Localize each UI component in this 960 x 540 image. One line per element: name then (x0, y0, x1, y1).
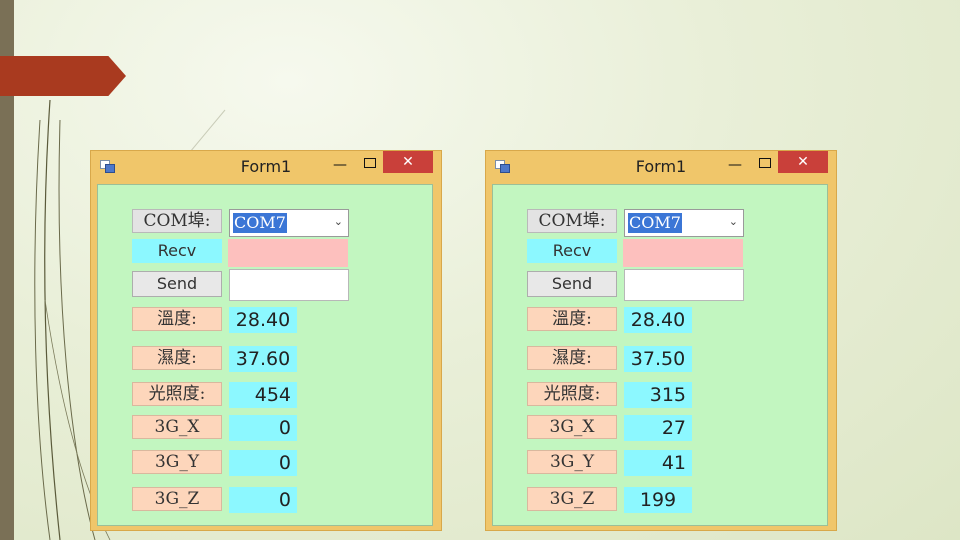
maximize-icon (364, 158, 376, 168)
form-client-area: COM埠: COM7 ⌄ Recv Send 溫度: 28.40 濕度: 37.… (492, 184, 828, 526)
light-value: 315 (624, 382, 692, 408)
maximize-button[interactable] (752, 154, 778, 172)
light-label: 光照度: (132, 382, 222, 406)
chevron-down-icon[interactable]: ⌄ (729, 215, 738, 228)
close-button[interactable]: ✕ (383, 151, 433, 173)
humidity-label: 濕度: (527, 346, 617, 370)
maximize-button[interactable] (357, 154, 383, 172)
humidity-value: 37.60 (229, 346, 297, 372)
recv-button[interactable]: Recv (527, 239, 617, 263)
accel-z-value: 199 (624, 487, 692, 513)
send-input[interactable] (229, 269, 349, 301)
recv-display (623, 239, 743, 267)
accel-y-label: 3G_Y (132, 450, 222, 474)
accel-y-label: 3G_Y (527, 450, 617, 474)
accel-z-label: 3G_Z (132, 487, 222, 511)
com-port-select[interactable]: COM7 ⌄ (229, 209, 349, 237)
chevron-down-icon[interactable]: ⌄ (334, 215, 343, 228)
accel-z-label: 3G_Z (527, 487, 617, 511)
accel-z-value: 0 (229, 487, 297, 513)
accel-x-value: 27 (624, 415, 692, 441)
close-button[interactable]: ✕ (778, 151, 828, 173)
recv-display (228, 239, 348, 267)
accel-x-label: 3G_X (527, 415, 617, 439)
send-button[interactable]: Send (527, 271, 617, 297)
form-window: Form1 — ✕ COM埠: COM7 ⌄ Recv Send 溫度: 28.… (485, 150, 837, 531)
accel-y-value: 41 (624, 450, 692, 476)
slide-arrow-tab (0, 56, 126, 96)
com-port-select[interactable]: COM7 ⌄ (624, 209, 744, 237)
form-window: Form1 — ✕ COM埠: COM7 ⌄ Recv Send 溫度: 28.… (90, 150, 442, 531)
minimize-button[interactable]: — (327, 156, 353, 174)
temperature-label: 溫度: (132, 307, 222, 331)
minimize-button[interactable]: — (722, 156, 748, 174)
send-button[interactable]: Send (132, 271, 222, 297)
recv-button[interactable]: Recv (132, 239, 222, 263)
com-port-label: COM埠: (527, 209, 617, 233)
humidity-label: 濕度: (132, 346, 222, 370)
humidity-value: 37.50 (624, 346, 692, 372)
accel-x-value: 0 (229, 415, 297, 441)
light-value: 454 (229, 382, 297, 408)
form-client-area: COM埠: COM7 ⌄ Recv Send 溫度: 28.40 濕度: 37.… (97, 184, 433, 526)
accel-y-value: 0 (229, 450, 297, 476)
accel-x-label: 3G_X (132, 415, 222, 439)
light-label: 光照度: (527, 382, 617, 406)
temperature-label: 溫度: (527, 307, 617, 331)
title-bar[interactable]: Form1 — ✕ (486, 151, 836, 181)
title-bar[interactable]: Form1 — ✕ (91, 151, 441, 181)
temperature-value: 28.40 (229, 307, 297, 333)
send-input[interactable] (624, 269, 744, 301)
com-port-value: COM7 (233, 213, 287, 233)
maximize-icon (759, 158, 771, 168)
temperature-value: 28.40 (624, 307, 692, 333)
com-port-label: COM埠: (132, 209, 222, 233)
com-port-value: COM7 (628, 213, 682, 233)
